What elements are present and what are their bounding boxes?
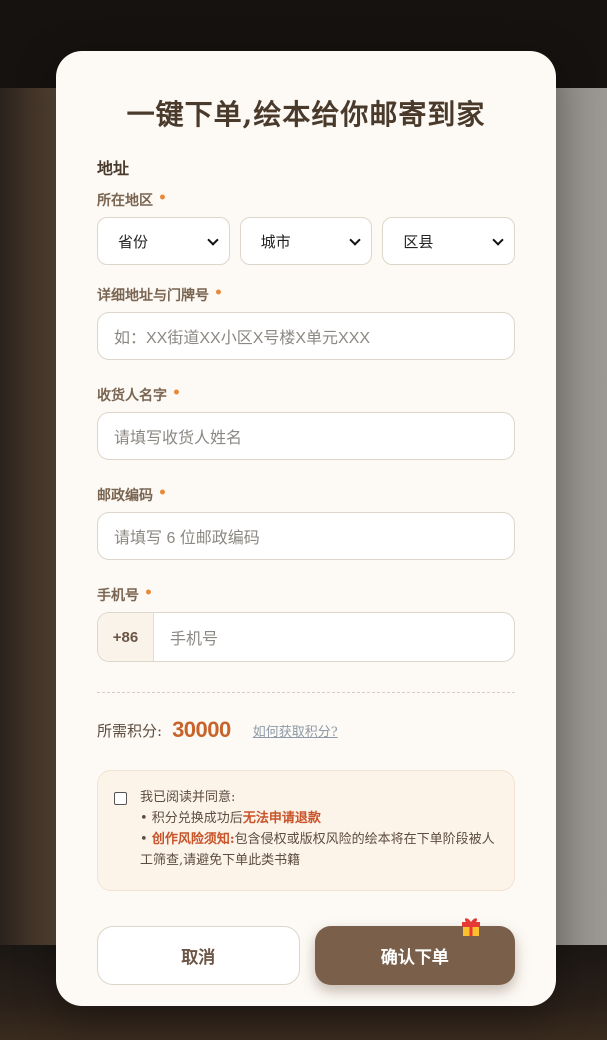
confirm-order-label: 确认下单 [380, 948, 449, 967]
points-value: 30000 [172, 717, 231, 742]
region-selects: 省份 城市 区县 [97, 217, 516, 265]
detail-address-label: 详细地址与门牌号 • [97, 285, 515, 306]
postal-code-placeholder: 请填写 6 位邮政编码 [114, 530, 260, 547]
agree-checkbox[interactable] [114, 792, 127, 805]
region-label-text: 所在地区 [97, 193, 153, 209]
agreement-box: 我已阅读并同意: • 积分兑换成功后无法申请退款 • 创作风险须知:包含侵权或版… [97, 770, 515, 891]
required-mark: • [158, 190, 167, 206]
phone-label: 手机号 • [97, 585, 515, 606]
detail-address-placeholder: 如：XX街道XX小区X号楼X单元XXX [114, 330, 371, 347]
divider [97, 692, 515, 693]
required-mark: • [214, 285, 223, 301]
gift-icon [461, 915, 481, 937]
receiver-label-text: 收货人名字 [97, 388, 167, 404]
city-select[interactable]: 城市 [239, 217, 373, 265]
phone-label-text: 手机号 [97, 588, 139, 604]
detail-address-input[interactable]: 如：XX街道XX小区X号楼X单元XXX [97, 312, 515, 360]
agreement-text: 我已阅读并同意: • 积分兑换成功后无法申请退款 • 创作风险须知:包含侵权或版… [140, 787, 498, 876]
required-mark: • [172, 385, 181, 401]
agreement-item-risk-bullet: • [140, 832, 152, 847]
phone-input[interactable]: 手机号 [154, 613, 218, 661]
postal-label: 邮政编码 • [97, 485, 515, 506]
postal-code-input[interactable]: 请填写 6 位邮政编码 [97, 512, 515, 560]
agreement-item-refund-prefix: • 积分兑换成功后 [140, 811, 243, 826]
phone-field: +86 手机号 [97, 612, 515, 662]
chevron-down-icon [349, 236, 359, 246]
risk-notice-highlight: 创作风险须知: [151, 832, 235, 847]
required-mark: • [144, 585, 153, 601]
chevron-down-icon [207, 236, 217, 246]
country-code: +86 [98, 613, 154, 661]
region-label: 所在地区 • [97, 190, 515, 211]
receiver-name-input[interactable]: 请填写收货人姓名 [97, 412, 515, 460]
points-row: 所需积分: 30000 如何获取积分? [97, 717, 515, 743]
province-select-value: 省份 [118, 233, 149, 251]
cancel-button[interactable]: 取消 [97, 926, 300, 985]
no-refund-highlight: 无法申请退款 [242, 811, 321, 826]
required-mark: • [158, 485, 167, 501]
confirm-order-button[interactable]: 确认下单 [314, 918, 515, 985]
how-to-get-points-link[interactable]: 如何获取积分? [253, 721, 338, 740]
receiver-label: 收货人名字 • [97, 385, 515, 406]
district-select[interactable]: 区县 [382, 217, 516, 265]
action-buttons: 取消 确认下单 [97, 918, 515, 985]
agreement-item-refund: • 积分兑换成功后无法申请退款 [140, 808, 498, 829]
phone-placeholder: 手机号 [170, 631, 219, 648]
detail-address-label-text: 详细地址与门牌号 [97, 288, 209, 304]
section-address-title: 地址 [97, 159, 130, 178]
agreement-item-risk: • 创作风险须知:包含侵权或版权风险的绘本将在下单阶段被人工筛查,请避免下单此类… [140, 829, 498, 871]
receiver-name-placeholder: 请填写收货人姓名 [114, 430, 243, 447]
district-select-value: 区县 [403, 233, 434, 251]
agreement-intro: 我已阅读并同意: [140, 790, 236, 805]
chevron-down-icon [492, 236, 502, 246]
order-modal: 一键下单,绘本给你邮寄到家 地址 所在地区 • 省份 城市 区县 详细地址与门牌… [56, 51, 556, 1006]
city-select-value: 城市 [260, 233, 291, 251]
points-label: 所需积分: [97, 721, 163, 740]
province-select[interactable]: 省份 [97, 217, 230, 265]
postal-label-text: 邮政编码 [97, 488, 153, 504]
modal-title: 一键下单,绘本给你邮寄到家 [126, 98, 486, 131]
